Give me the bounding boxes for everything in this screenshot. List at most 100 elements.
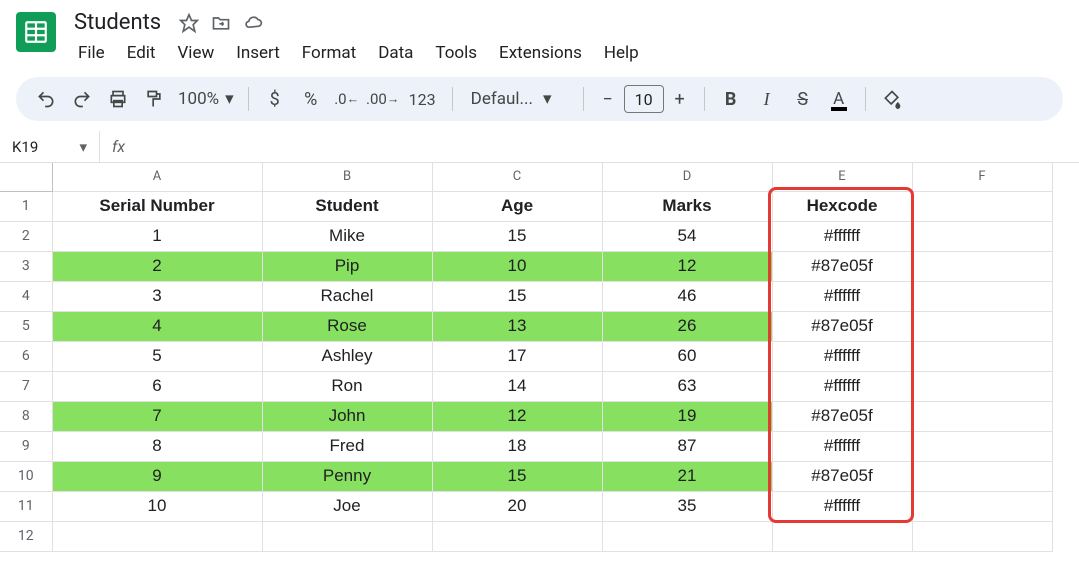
row-header[interactable]: 10 xyxy=(0,461,52,491)
cell[interactable]: Penny xyxy=(262,461,432,491)
menu-file[interactable]: File xyxy=(68,39,115,67)
cell[interactable]: Rachel xyxy=(262,281,432,311)
undo-icon[interactable] xyxy=(30,83,62,115)
cell[interactable]: 15 xyxy=(432,281,602,311)
cell[interactable]: 4 xyxy=(52,311,262,341)
cell[interactable] xyxy=(912,251,1052,281)
cell[interactable]: Rose xyxy=(262,311,432,341)
row-header[interactable]: 3 xyxy=(0,251,52,281)
column-header-b[interactable]: B xyxy=(262,163,432,191)
cell[interactable]: 35 xyxy=(602,491,772,521)
menu-edit[interactable]: Edit xyxy=(117,39,166,67)
cell[interactable]: 13 xyxy=(432,311,602,341)
text-color-button[interactable]: A xyxy=(823,83,855,115)
strikethrough-button[interactable]: S xyxy=(787,83,819,115)
increase-fontsize-button[interactable]: + xyxy=(666,85,694,113)
move-folder-icon[interactable] xyxy=(211,13,231,33)
column-header-e[interactable]: E xyxy=(772,163,912,191)
document-title[interactable]: Students xyxy=(68,8,167,37)
row-header[interactable]: 9 xyxy=(0,431,52,461)
cell[interactable] xyxy=(52,521,262,551)
name-box[interactable]: K19▾ xyxy=(0,131,100,162)
cell[interactable]: Pip xyxy=(262,251,432,281)
cell[interactable]: Mike xyxy=(262,221,432,251)
menu-help[interactable]: Help xyxy=(594,39,649,67)
cell[interactable] xyxy=(912,521,1052,551)
menu-extensions[interactable]: Extensions xyxy=(489,39,592,67)
cell[interactable]: 20 xyxy=(432,491,602,521)
menu-insert[interactable]: Insert xyxy=(226,39,290,67)
cell[interactable]: Marks xyxy=(602,191,772,221)
font-select[interactable]: Defaul...▾ xyxy=(463,89,573,109)
cell[interactable]: 21 xyxy=(602,461,772,491)
cell[interactable]: 7 xyxy=(52,401,262,431)
cell[interactable]: #ffffff xyxy=(772,281,912,311)
cell[interactable]: 63 xyxy=(602,371,772,401)
cell[interactable]: 2 xyxy=(52,251,262,281)
decrease-fontsize-button[interactable]: − xyxy=(594,85,622,113)
column-header-c[interactable]: C xyxy=(432,163,602,191)
sheets-logo[interactable] xyxy=(16,12,56,52)
cell[interactable] xyxy=(912,281,1052,311)
zoom-select[interactable]: 100%▾ xyxy=(174,89,238,109)
cell[interactable]: 60 xyxy=(602,341,772,371)
cell[interactable] xyxy=(912,341,1052,371)
cell[interactable]: 46 xyxy=(602,281,772,311)
cell[interactable]: 10 xyxy=(432,251,602,281)
cell[interactable]: #87e05f xyxy=(772,461,912,491)
fontsize-input[interactable]: 10 xyxy=(624,85,664,113)
menu-tools[interactable]: Tools xyxy=(425,39,487,67)
cell[interactable]: 18 xyxy=(432,431,602,461)
bold-button[interactable]: B xyxy=(715,83,747,115)
select-all-corner[interactable] xyxy=(0,163,52,191)
cell[interactable]: 8 xyxy=(52,431,262,461)
menu-view[interactable]: View xyxy=(167,39,224,67)
row-header[interactable]: 11 xyxy=(0,491,52,521)
cell[interactable]: 26 xyxy=(602,311,772,341)
cell[interactable]: 54 xyxy=(602,221,772,251)
cell[interactable]: 15 xyxy=(432,221,602,251)
formula-bar[interactable] xyxy=(137,131,1079,162)
redo-icon[interactable] xyxy=(66,83,98,115)
cell[interactable]: 1 xyxy=(52,221,262,251)
row-header[interactable]: 4 xyxy=(0,281,52,311)
format-number-button[interactable]: 123 xyxy=(403,83,442,115)
column-header-d[interactable]: D xyxy=(602,163,772,191)
cell[interactable] xyxy=(262,521,432,551)
cell[interactable]: Hexcode xyxy=(772,191,912,221)
percent-button[interactable]: % xyxy=(295,83,327,115)
cell[interactable]: #87e05f xyxy=(772,401,912,431)
cell[interactable]: Serial Number xyxy=(52,191,262,221)
cell[interactable]: 12 xyxy=(602,251,772,281)
cell[interactable]: 5 xyxy=(52,341,262,371)
cell[interactable]: Age xyxy=(432,191,602,221)
star-icon[interactable] xyxy=(179,13,199,33)
cell[interactable] xyxy=(912,491,1052,521)
cell[interactable]: Ashley xyxy=(262,341,432,371)
cell[interactable]: #ffffff xyxy=(772,221,912,251)
cell[interactable] xyxy=(912,311,1052,341)
cell[interactable]: #87e05f xyxy=(772,251,912,281)
cell[interactable]: 6 xyxy=(52,371,262,401)
decrease-decimal-icon[interactable]: .0← xyxy=(331,83,363,115)
print-icon[interactable] xyxy=(102,83,134,115)
cell[interactable]: 9 xyxy=(52,461,262,491)
cell[interactable] xyxy=(912,431,1052,461)
cell[interactable]: #ffffff xyxy=(772,371,912,401)
cell[interactable]: #ffffff xyxy=(772,491,912,521)
cell[interactable] xyxy=(912,401,1052,431)
cell[interactable]: Student xyxy=(262,191,432,221)
row-header[interactable]: 1 xyxy=(0,191,52,221)
italic-button[interactable]: I xyxy=(751,83,783,115)
cell[interactable]: #ffffff xyxy=(772,431,912,461)
row-header[interactable]: 8 xyxy=(0,401,52,431)
cell[interactable]: Joe xyxy=(262,491,432,521)
cell[interactable] xyxy=(772,521,912,551)
cell[interactable]: Fred xyxy=(262,431,432,461)
cell[interactable]: Ron xyxy=(262,371,432,401)
row-header[interactable]: 6 xyxy=(0,341,52,371)
cell[interactable] xyxy=(912,221,1052,251)
menu-data[interactable]: Data xyxy=(368,39,423,67)
cell[interactable] xyxy=(912,461,1052,491)
cell[interactable]: 19 xyxy=(602,401,772,431)
